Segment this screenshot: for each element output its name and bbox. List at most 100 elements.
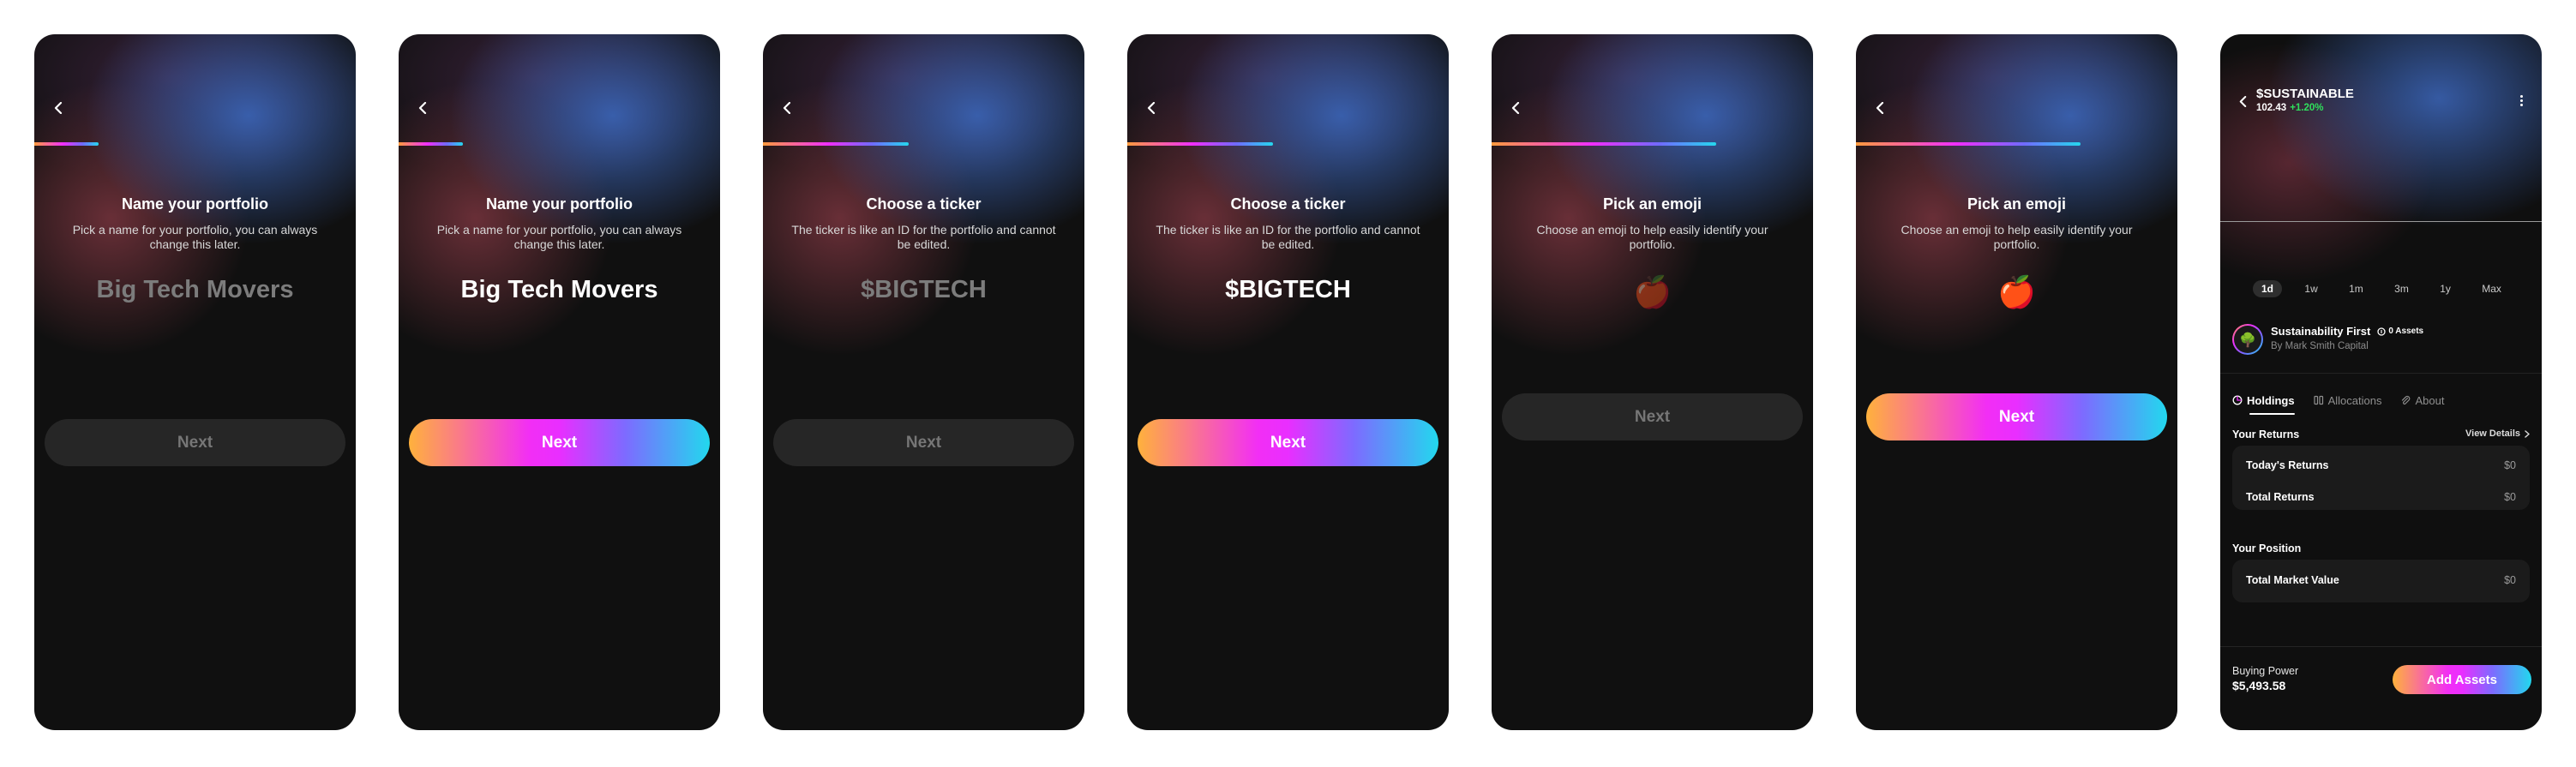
back-button[interactable] — [1139, 96, 1163, 120]
returns-value: $0 — [2504, 459, 2516, 471]
step-title: Choose a ticker — [1230, 195, 1346, 213]
tree-icon: 🌳 — [2234, 326, 2261, 353]
background-glow — [399, 34, 720, 480]
range-1m[interactable]: 1m — [2340, 280, 2372, 297]
portfolio-tabs: Holdings Allocations About — [2232, 391, 2444, 416]
step-description: Pick a name for your portfolio, you can … — [72, 223, 318, 251]
returns-row: Total Returns $0 — [2246, 491, 2516, 503]
divider — [2220, 373, 2542, 374]
returns-label: Total Returns — [2246, 491, 2315, 503]
back-button[interactable] — [1868, 96, 1892, 120]
position-label: Total Market Value — [2246, 574, 2339, 586]
price-chart-line — [2220, 221, 2542, 222]
step-title: Pick an emoji — [1967, 195, 2067, 213]
position-card: Total Market Value $0 — [2232, 560, 2530, 602]
returns-title: Your Returns — [2232, 428, 2300, 440]
portfolio-name-input[interactable]: Big Tech Movers — [34, 276, 356, 304]
more-options-icon[interactable] — [2513, 91, 2530, 110]
screen-emoji-empty: Pick an emoji Choose an emoji to help ea… — [1492, 34, 1813, 730]
range-max[interactable]: Max — [2473, 280, 2510, 297]
step-description: Choose an emoji to help easily identify … — [1536, 223, 1768, 251]
screen-name-filled: Name your portfolio Pick a name for your… — [399, 34, 720, 730]
back-button[interactable] — [775, 96, 799, 120]
back-button[interactable] — [46, 96, 70, 120]
emoji-picker[interactable]: 🍎 — [1856, 276, 2177, 310]
returns-card: Today's Returns $0 Total Returns $0 — [2232, 446, 2530, 510]
chevron-left-icon — [2239, 95, 2246, 107]
ticker-input[interactable]: $BIGTECH — [1127, 276, 1449, 304]
returns-label: Today's Returns — [2246, 459, 2329, 471]
background-glow — [34, 34, 356, 480]
portfolio-name-input[interactable]: Big Tech Movers — [399, 276, 720, 304]
chevron-left-icon — [1511, 102, 1520, 114]
next-button[interactable]: Next — [773, 419, 1074, 466]
back-button[interactable] — [1504, 96, 1528, 120]
step-description: Choose an emoji to help easily identify … — [1900, 223, 2133, 251]
back-button[interactable] — [2232, 91, 2253, 111]
back-button[interactable] — [411, 96, 435, 120]
position-row: Total Market Value $0 — [2246, 574, 2516, 586]
chevron-right-icon — [2525, 429, 2530, 438]
progress-bar — [399, 142, 463, 146]
next-button[interactable]: Next — [1138, 419, 1438, 466]
step-description: The ticker is like an ID for the portfol… — [1156, 223, 1420, 251]
fund-author: By Mark Smith Capital — [2271, 341, 2369, 351]
fund-avatar: 🌳 — [2232, 324, 2263, 355]
background-glow — [1127, 34, 1449, 480]
chevron-left-icon — [1876, 102, 1884, 114]
divider — [2220, 646, 2542, 647]
position-title: Your Position — [2232, 542, 2302, 554]
step-title: Name your portfolio — [485, 195, 633, 213]
background-glow — [2220, 34, 2542, 291]
time-range-selector: 1d 1w 1m 3m 1y Max — [2253, 280, 2510, 299]
next-button[interactable]: Next — [45, 419, 345, 466]
returns-value: $0 — [2504, 491, 2516, 503]
step-title: Name your portfolio — [121, 195, 268, 213]
emoji-picker[interactable]: 🍎 — [1492, 276, 1813, 310]
progress-bar — [1856, 142, 2081, 146]
next-button[interactable]: Next — [1502, 393, 1803, 440]
position-value: $0 — [2504, 574, 2516, 586]
step-title: Choose a ticker — [866, 195, 982, 213]
background-glow — [763, 34, 1084, 480]
screen-ticker-filled: Choose a ticker The ticker is like an ID… — [1127, 34, 1449, 730]
step-description: The ticker is like an ID for the portfol… — [791, 223, 1056, 251]
tab-holdings[interactable]: Holdings — [2232, 391, 2295, 415]
ticker-input[interactable]: $BIGTECH — [763, 276, 1084, 304]
assets-count: 0 Assets — [2377, 327, 2423, 336]
portfolio-price: 102.43 +1.20% — [2256, 103, 2324, 113]
screen-ticker-empty: Choose a ticker The ticker is like an ID… — [763, 34, 1084, 730]
allocations-icon — [2314, 395, 2323, 405]
range-1y[interactable]: 1y — [2431, 280, 2459, 297]
next-button[interactable]: Next — [409, 419, 710, 466]
screen-name-empty: Name your portfolio Pick a name for your… — [34, 34, 356, 730]
buying-power-value: $5,493.58 — [2232, 679, 2286, 692]
chevron-left-icon — [1147, 102, 1156, 114]
next-button[interactable]: Next — [1866, 393, 2167, 440]
chevron-left-icon — [418, 102, 427, 114]
view-details-link[interactable]: View Details — [2465, 428, 2530, 439]
screen-portfolio-detail: $SUSTAINABLE 102.43 +1.20% 1d 1w 1m 3m 1y… — [2220, 34, 2542, 730]
returns-row: Today's Returns $0 — [2246, 459, 2516, 471]
coin-icon — [2377, 327, 2386, 336]
price-change: +1.20% — [2290, 103, 2324, 113]
tab-allocations[interactable]: Allocations — [2314, 391, 2381, 410]
chevron-left-icon — [783, 102, 791, 114]
progress-bar — [34, 142, 99, 146]
pie-chart-icon — [2232, 395, 2243, 405]
step-description: Pick a name for your portfolio, you can … — [436, 223, 682, 251]
progress-bar — [763, 142, 909, 146]
step-title: Pick an emoji — [1602, 195, 1702, 213]
tab-about[interactable]: About — [2400, 391, 2444, 410]
progress-bar — [1492, 142, 1716, 146]
screen-emoji-filled: Pick an emoji Choose an emoji to help ea… — [1856, 34, 2177, 730]
buying-power-label: Buying Power — [2232, 665, 2299, 677]
fund-name-text: Sustainability First — [2271, 325, 2371, 338]
add-assets-button[interactable]: Add Assets — [2393, 665, 2531, 694]
range-3m[interactable]: 3m — [2386, 280, 2417, 297]
chevron-left-icon — [54, 102, 63, 114]
range-1w[interactable]: 1w — [2296, 280, 2326, 297]
paperclip-icon — [2402, 395, 2411, 404]
range-1d[interactable]: 1d — [2253, 280, 2283, 297]
fund-name: Sustainability First 0 Assets — [2271, 325, 2423, 338]
